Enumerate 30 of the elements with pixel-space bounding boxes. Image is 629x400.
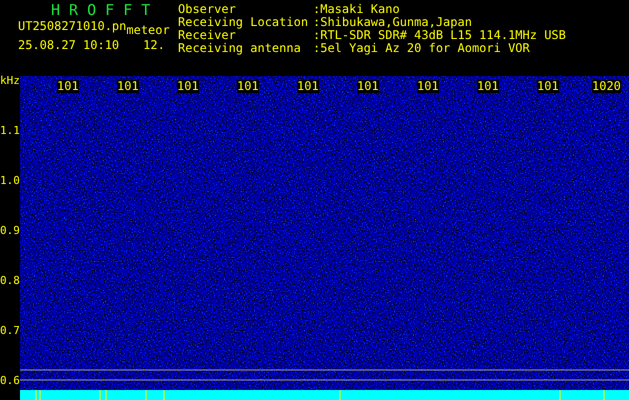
axis-label: 1.0 xyxy=(0,174,20,187)
axis-label: 101 xyxy=(297,80,319,93)
field-label: Receiving Location xyxy=(178,16,310,29)
axis-label: 101 xyxy=(477,80,499,93)
count-value: 12. xyxy=(143,39,165,52)
axis-label: 101 xyxy=(57,80,79,93)
axis-label: 0.7 xyxy=(0,324,20,337)
axis-label: 1020 xyxy=(592,80,621,93)
field-label: Receiving antenna xyxy=(178,42,302,55)
field-value: :Masaki Kano xyxy=(313,3,400,16)
field-label: Receiver xyxy=(178,29,236,42)
axis-label: 0.9 xyxy=(0,224,20,237)
axis-label: 101 xyxy=(417,80,439,93)
axis-label: 1.1 xyxy=(0,124,20,137)
date-time: 25.08.27 10:10 xyxy=(18,39,120,52)
axis-label: 0.6 xyxy=(0,374,20,387)
axis-unit: kHz xyxy=(0,74,20,87)
meteor-label: meteor xyxy=(126,24,170,37)
app-title: H R O F F T xyxy=(50,3,152,18)
field-value: :RTL-SDR SDR# 43dB L15 114.1MHz USB xyxy=(313,29,566,42)
axis-label: 101 xyxy=(357,80,379,93)
axis-label: 101 xyxy=(237,80,259,93)
field-label: Observer xyxy=(178,3,237,16)
axis-label: 101 xyxy=(177,80,199,93)
axis-label: 101 xyxy=(117,80,139,93)
field-value: :Shibukawa,Gunma,Japan xyxy=(313,16,472,29)
axis-label: 0.8 xyxy=(0,274,20,287)
axis-label: 101 xyxy=(537,80,559,93)
field-value: :5el Yagi Az 20 for Aomori VOR xyxy=(313,42,530,55)
file-name: UT2508271010.pn xyxy=(18,20,126,33)
